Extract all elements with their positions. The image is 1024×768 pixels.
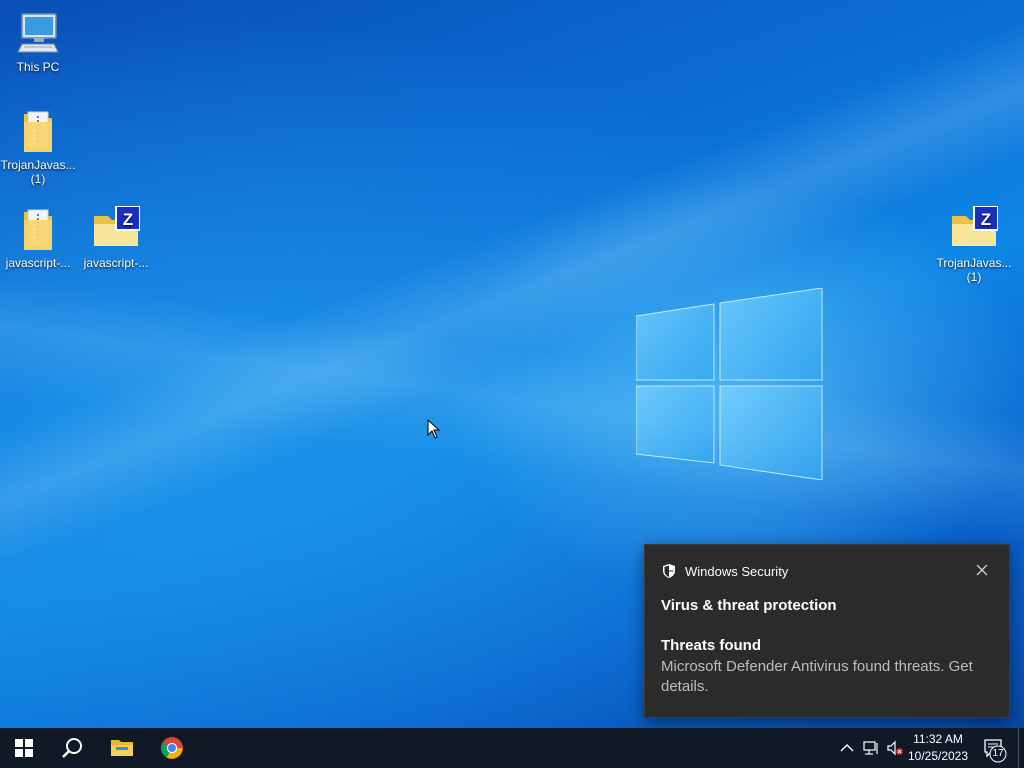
desktop-icon-label-line2: (1) <box>966 270 982 284</box>
clock-date: 10/25/2023 <box>907 749 969 763</box>
close-icon[interactable] <box>975 563 989 577</box>
folder-icon <box>14 108 62 156</box>
chrome-button[interactable] <box>148 728 196 768</box>
zip-folder-icon: Z <box>92 205 141 254</box>
mouse-cursor-icon <box>427 419 441 439</box>
chrome-icon <box>161 737 183 759</box>
toast-title: Virus & threat protection <box>661 597 837 614</box>
toast-app-name: Windows Security <box>685 563 789 579</box>
desktop-icon-label: TrojanJavas... <box>936 256 1012 270</box>
desktop-icon-label-line2: (1) <box>30 172 46 186</box>
show-desktop-button[interactable] <box>1018 728 1024 768</box>
computer-icon <box>14 10 62 58</box>
desktop-icon-label: javascript-... <box>5 256 71 270</box>
toast-header: Windows Security <box>661 563 788 579</box>
search-icon <box>62 738 82 758</box>
desktop-icon-label: This PC <box>16 60 60 74</box>
taskbar: 11:32 AM 10/25/2023 17 <box>0 728 1024 768</box>
windows-logo-wallpaper <box>636 288 823 480</box>
file-explorer-icon <box>111 740 133 756</box>
search-button[interactable] <box>48 728 96 768</box>
clock-time: 11:32 AM <box>913 732 963 746</box>
start-button[interactable] <box>0 728 48 768</box>
zip-folder-icon: Z <box>950 205 999 254</box>
file-explorer-button[interactable] <box>98 728 146 768</box>
desktop[interactable]: This PC TrojanJavas... (1) javascript-..… <box>0 0 1024 728</box>
shield-icon <box>663 564 675 578</box>
desktop-icon-trojan-folder[interactable]: TrojanJavas... (1) <box>0 108 76 186</box>
network-icon[interactable] <box>862 740 880 756</box>
desktop-icon-javascript-folder[interactable]: javascript-... <box>0 206 76 270</box>
desktop-icon-trojan-zip[interactable]: Z TrojanJavas... (1) <box>936 205 1012 284</box>
desktop-icon-javascript-zip[interactable]: Z javascript-... <box>78 205 154 270</box>
notification-count-badge: 17 <box>992 748 1004 759</box>
toast-body: Microsoft Defender Antivirus found threa… <box>661 658 973 695</box>
desktop-icon-label: TrojanJavas... <box>0 158 76 172</box>
svg-text:Z: Z <box>123 210 133 229</box>
folder-icon <box>14 206 62 254</box>
taskbar-clock[interactable]: 11:32 AM 10/25/2023 <box>900 731 976 765</box>
svg-text:Z: Z <box>981 210 991 229</box>
chevron-up-icon[interactable] <box>838 740 856 756</box>
desktop-icon-this-pc[interactable]: This PC <box>0 10 76 74</box>
toast-subtitle: Threats found <box>661 637 761 654</box>
action-center-button[interactable]: 17 <box>980 728 1010 768</box>
security-toast-notification[interactable]: Windows Security Virus & threat protecti… <box>644 544 1010 718</box>
start-icon <box>15 739 33 757</box>
desktop-icon-label: javascript-... <box>83 256 149 270</box>
